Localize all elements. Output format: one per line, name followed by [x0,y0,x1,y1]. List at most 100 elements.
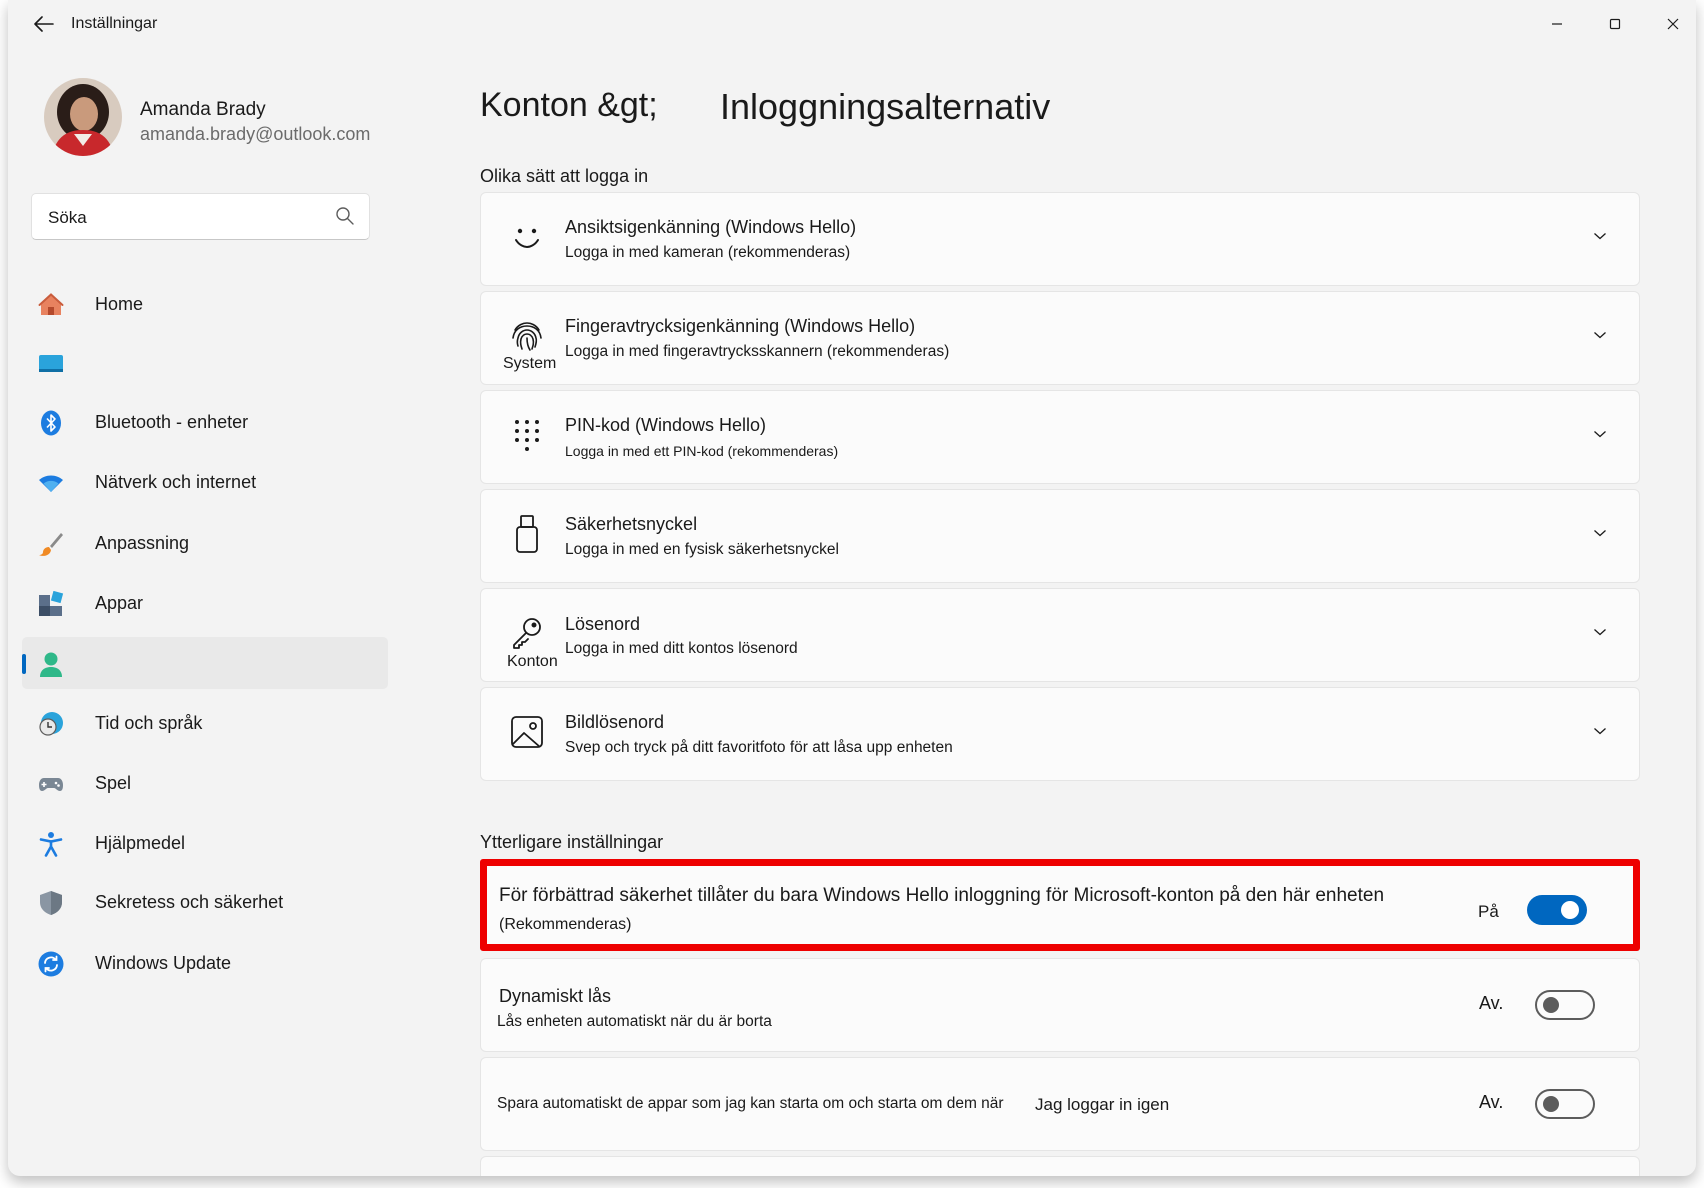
stray-label-konton: Konton [507,653,558,670]
minimize-icon [1552,23,1562,25]
nav-label-home: Home [95,294,144,314]
toggle-knob [1561,901,1579,919]
paintbrush-icon [39,533,63,556]
toggle-knob [1543,1096,1559,1112]
toggle-state-label: Av. [1479,993,1504,1013]
stray-label-system: System [503,355,557,372]
user-email: amanda.brady@outlook.com [140,124,371,144]
option-password[interactable]: Lösenord Logga in med ditt kontos löseno… [480,588,1640,682]
toggle-state-label: Av. [1479,1092,1504,1112]
search-input[interactable]: Söka [31,193,370,240]
chevron-down-icon [1594,728,1606,735]
section-title-sign-in: Olika sätt att logga in [480,166,649,186]
nav-item-network[interactable]: Nätverk och internet [22,456,388,508]
avatar [44,78,122,156]
nav-label-apps: Appar [95,593,144,613]
hello-only-toggle[interactable] [1527,895,1587,925]
nav-item-accounts[interactable] [22,637,388,689]
minimize-button[interactable] [1534,10,1580,38]
close-button[interactable] [1650,10,1696,38]
gamepad-icon [39,778,63,791]
search-placeholder: Söka [48,208,87,227]
option-subtitle: Logga in med ett PIN-kod (rekommenderas) [565,443,839,459]
home-icon [38,293,64,315]
system-display-icon [39,355,63,372]
picture-icon [509,714,545,750]
nav-label-personalization: Anpassning [95,533,190,553]
clock-globe-icon [39,712,63,736]
option-subtitle: Svep och tryck på ditt favoritfoto för a… [565,739,953,756]
setting-title: Spara automatiskt de appar som jag kan s… [497,1095,1004,1112]
pin-keypad-icon [509,417,545,453]
accessibility-icon [39,832,63,857]
breadcrumb-parent[interactable]: Konton &gt; [480,86,658,125]
option-title: Bildlösenord [565,712,665,732]
setting-subtitle: (Rekommenderas) [499,916,632,933]
option-title: Fingeravtrycksigenkänning (Windows Hello… [565,316,916,336]
chevron-down-icon [1594,332,1606,339]
setting-next-partial [480,1156,1640,1176]
key-icon [509,615,545,651]
toggle-knob [1543,997,1559,1013]
nav-item-personalization[interactable]: Anpassning [22,517,388,569]
chevron-down-icon [1594,629,1606,636]
maximize-button[interactable] [1592,10,1638,38]
nav-item-privacy[interactable]: Sekretess och säkerhet [22,876,388,928]
nav-item-system[interactable] [22,337,388,389]
nav-label-windows-update: Windows Update [95,953,232,973]
toggle-state-label: På [1478,902,1499,921]
app-title: Inställningar [71,15,158,32]
option-subtitle: Logga in med en fysisk säkerhetsnyckel [565,541,839,558]
dynamic-lock-toggle[interactable] [1535,990,1595,1020]
title-bar: Inställningar [8,0,1696,48]
nav-item-home[interactable]: Home [22,278,388,330]
option-subtitle: Logga in med kameran (rekommenderas) [565,244,851,261]
nav-item-apps[interactable]: Appar [22,577,388,629]
setting-hello-only: För förbättrad säkerhet tillåter du bara… [480,859,1640,951]
section-title-additional: Ytterligare inställningar [480,832,664,852]
wifi-icon [39,475,63,492]
setting-title-suffix: Jag loggar in igen [1035,1095,1170,1114]
user-name: Amanda Brady [140,99,266,120]
nav-label-time-language: Tid och språk [95,713,203,733]
fingerprint-icon [509,318,545,354]
close-icon [1667,18,1679,30]
chevron-down-icon [1594,530,1606,537]
page-title: Inloggningsalternativ [720,86,1051,127]
nav-item-windows-update[interactable]: Windows Update [22,937,388,989]
nav-label-bluetooth: Bluetooth - enheter [95,412,249,432]
nav-item-gaming[interactable]: Spel [22,757,388,809]
option-fingerprint[interactable]: Fingeravtrycksigenkänning (Windows Hello… [480,291,1640,385]
option-title: Ansiktsigenkänning (Windows Hello) [565,217,857,237]
account-icon [40,652,62,677]
option-title: Lösenord [565,614,641,634]
option-subtitle: Logga in med ditt kontos lösenord [565,640,798,657]
nav-item-time-language[interactable]: Tid och språk [22,697,388,749]
back-arrow-icon [34,16,54,32]
restart-apps-toggle[interactable] [1535,1089,1595,1119]
option-subtitle: Logga in med fingeravtrycksskannern (rek… [565,343,950,360]
back-button[interactable] [24,10,64,38]
settings-window: Inställningar Amanda Brady amanda.brady@… [8,0,1696,1176]
shield-icon [40,891,62,915]
apps-icon [39,591,64,616]
search-icon [336,207,354,225]
option-pin[interactable]: PIN-kod (Windows Hello) Logga in med ett… [480,390,1640,484]
option-title: Säkerhetsnyckel [565,514,698,534]
nav-item-bluetooth[interactable]: Bluetooth - enheter [22,396,388,448]
chevron-down-icon [1594,233,1606,240]
maximize-icon [1609,18,1621,30]
setting-subtitle: Lås enheten automatiskt när du är borta [497,1013,772,1030]
nav-label-network: Nätverk och internet [95,472,257,492]
face-icon [509,219,545,255]
option-title: PIN-kod (Windows Hello) [565,415,767,435]
nav-item-accessibility[interactable]: Hjälpmedel [22,817,388,869]
chevron-down-icon [1594,431,1606,438]
option-face-recognition[interactable]: Ansiktsigenkänning (Windows Hello) Logga… [480,192,1640,286]
nav-label-accessibility: Hjälpmedel [95,833,186,853]
setting-title: För förbättrad säkerhet tillåter du bara… [499,885,1385,906]
avatar-photo [44,78,122,156]
nav-label-privacy: Sekretess och säkerhet [95,892,284,912]
option-picture-password[interactable]: Bildlösenord Svep och tryck på ditt favo… [480,687,1640,781]
option-security-key[interactable]: Säkerhetsnyckel Logga in med en fysisk s… [480,489,1640,583]
